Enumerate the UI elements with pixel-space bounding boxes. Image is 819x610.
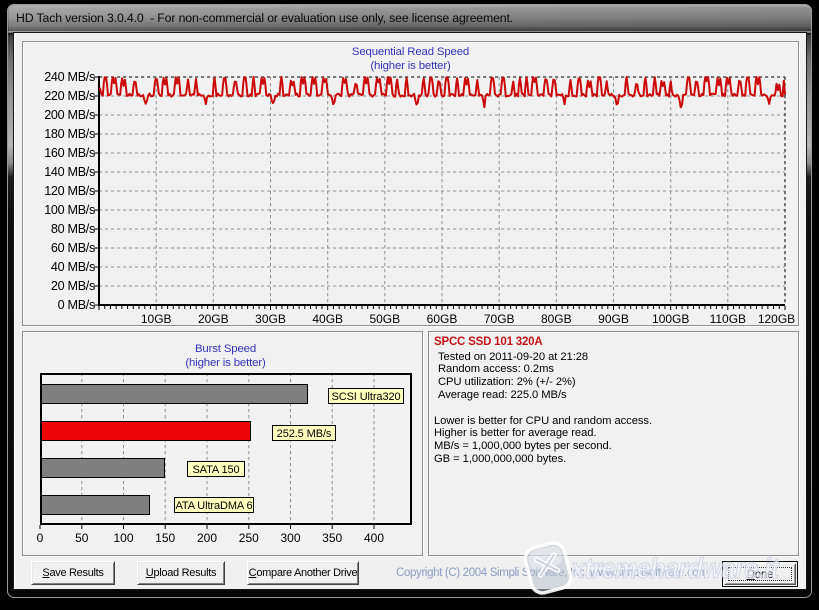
svg-text:0 MB/s: 0 MB/s	[58, 298, 95, 312]
svg-text:180 MB/s: 180 MB/s	[44, 127, 95, 141]
svg-text:20 MB/s: 20 MB/s	[51, 279, 95, 293]
svg-text:60GB: 60GB	[427, 312, 458, 325]
svg-text:30GB: 30GB	[255, 312, 286, 325]
svg-text:150: 150	[155, 531, 175, 545]
svg-text:140 MB/s: 140 MB/s	[44, 165, 95, 179]
svg-text:80 MB/s: 80 MB/s	[51, 222, 95, 236]
svg-text:100 MB/s: 100 MB/s	[44, 203, 95, 217]
svg-text:400: 400	[364, 531, 384, 545]
svg-text:60 MB/s: 60 MB/s	[51, 241, 95, 255]
svg-text:90GB: 90GB	[598, 312, 629, 325]
svg-text:40GB: 40GB	[312, 312, 343, 325]
svg-text:50GB: 50GB	[369, 312, 400, 325]
svg-text:252.5 MB/s: 252.5 MB/s	[277, 428, 332, 440]
svg-text:0: 0	[37, 531, 44, 545]
svg-text:10GB: 10GB	[141, 312, 172, 325]
svg-text:40 MB/s: 40 MB/s	[51, 260, 95, 274]
svg-text:220 MB/s: 220 MB/s	[44, 89, 95, 103]
svg-text:SATA 150: SATA 150	[192, 464, 239, 476]
svg-text:Burst Speed: Burst Speed	[195, 343, 256, 355]
svg-text:200 MB/s: 200 MB/s	[44, 108, 95, 122]
svg-text:200: 200	[197, 531, 217, 545]
svg-text:300: 300	[280, 531, 300, 545]
svg-text:SCSI Ultra320: SCSI Ultra320	[331, 391, 400, 403]
svg-text:110GB: 110GB	[710, 312, 746, 325]
svg-text:350: 350	[322, 531, 342, 545]
svg-text:120GB: 120GB	[758, 312, 795, 325]
svg-text:250: 250	[239, 531, 259, 545]
svg-text:160 MB/s: 160 MB/s	[44, 146, 95, 160]
svg-text:120 MB/s: 120 MB/s	[44, 184, 95, 198]
svg-text:240 MB/s: 240 MB/s	[44, 70, 95, 84]
svg-text:70GB: 70GB	[484, 312, 515, 325]
svg-text:20GB: 20GB	[198, 312, 229, 325]
svg-text:80GB: 80GB	[541, 312, 572, 325]
svg-text:100: 100	[113, 531, 133, 545]
svg-text:(higher is better): (higher is better)	[185, 357, 266, 369]
svg-text:100GB: 100GB	[652, 312, 689, 325]
svg-text:50: 50	[75, 531, 89, 545]
svg-text:Sequential Read Speed: Sequential Read Speed	[352, 46, 469, 58]
svg-text:ATA UltraDMA 6: ATA UltraDMA 6	[175, 500, 252, 512]
svg-text:(higher is better): (higher is better)	[370, 60, 451, 72]
